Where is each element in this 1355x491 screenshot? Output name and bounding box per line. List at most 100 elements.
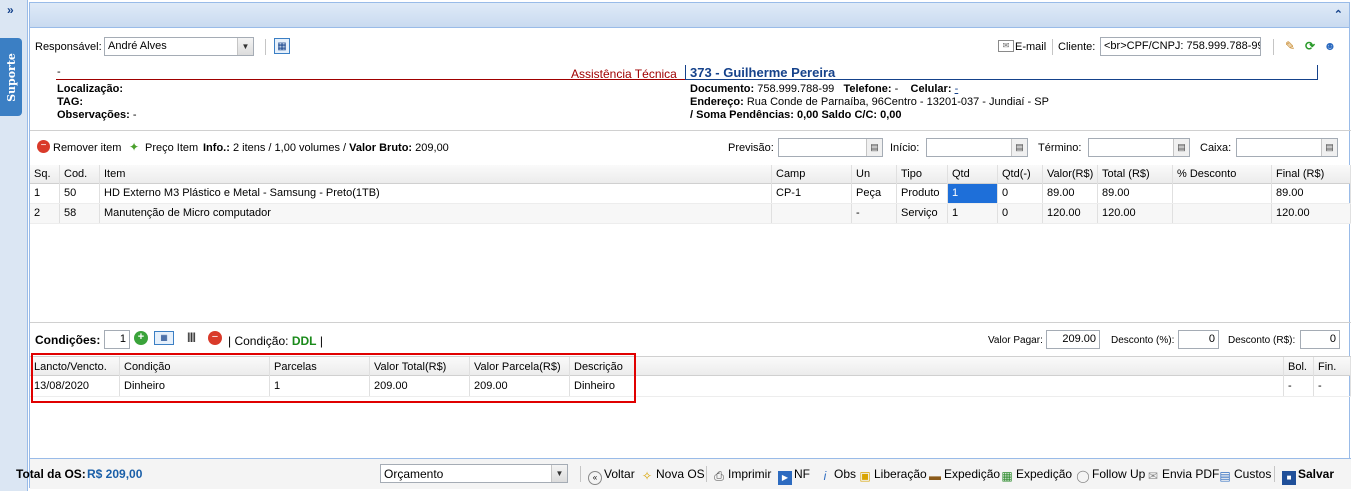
imprimir-button[interactable]: ⎙ Imprimir (712, 467, 771, 483)
voltar-button[interactable]: «Voltar (588, 467, 635, 485)
celular-label: Celular: (910, 83, 952, 95)
envia-pdf-button[interactable]: ✉ Envia PDF (1146, 467, 1219, 483)
condicoes-value: 1 (119, 333, 126, 345)
column-header[interactable]: Valor(R$) (1043, 165, 1098, 184)
calendar-icon[interactable]: ▤ (866, 139, 882, 156)
barcode-icon[interactable]: ||||| (181, 331, 201, 345)
email-icon: ✉ (1147, 469, 1159, 483)
valor-pagar-label: Valor Pagar: (988, 335, 1043, 346)
info-dash: - (57, 66, 61, 78)
os-panel: ⌃ Responsável: André Alves ▼ ▦ ✉ E-mail … (16, 2, 1351, 489)
nf-button[interactable]: ▶ NF (778, 467, 810, 485)
condicao-end: | (319, 334, 323, 348)
liberacao-label: Liberação (874, 467, 927, 481)
inicio-date-field[interactable]: ▤ (926, 138, 1028, 157)
info-label: Info.: (203, 142, 230, 154)
desconto-rs-value: 0 (1329, 333, 1336, 345)
remover-item-button[interactable]: Remover item (53, 142, 121, 154)
inicio-label: Início: (890, 142, 920, 154)
imprimir-label: Imprimir (728, 467, 772, 481)
email-icon[interactable]: ✉ (998, 40, 1014, 52)
condicoes-input[interactable]: 1 (104, 330, 130, 349)
obs-button[interactable]: i Obs (818, 467, 856, 483)
items-grid-header: Sq. Cod. Item Camp Un Tipo Qtd Qtd(-) Va… (30, 165, 1351, 184)
add-icon[interactable]: + (134, 331, 148, 345)
status-select[interactable]: Orçamento ▼ (380, 464, 568, 483)
cell: Serviço (897, 204, 948, 223)
pendencias-text: / Soma Pendências: 0,00 Saldo C/C: 0,00 (690, 109, 902, 121)
expedicao-sheet-label: Expedição (1016, 467, 1073, 481)
info-icon: i (823, 469, 827, 483)
refresh-icon[interactable]: ⟳ (1302, 38, 1318, 54)
nova-os-button[interactable]: ✧ Nova OS (640, 467, 705, 483)
expand-icon[interactable]: » (7, 3, 14, 17)
suporte-tab[interactable]: Suporte (0, 38, 22, 116)
column-header[interactable]: Camp (772, 165, 852, 184)
termino-date-field[interactable]: ▤ (1088, 138, 1190, 157)
remove-icon[interactable]: − (37, 140, 50, 153)
calendar-icon[interactable]: ▤ (1173, 139, 1189, 156)
column-header[interactable]: Qtd(-) (998, 165, 1043, 184)
liberacao-button[interactable]: ▣ Liberação (858, 467, 927, 483)
caixa-date-field[interactable]: ▤ (1236, 138, 1338, 157)
table-icon: ▤ (1219, 469, 1231, 483)
cell: 2 (30, 204, 60, 223)
chevron-down-icon[interactable]: ▼ (551, 465, 567, 482)
responsavel-select[interactable]: André Alves ▼ (104, 37, 254, 56)
cliente-field[interactable]: <br>CPF/CNPJ: 758.999.788-99 (1100, 37, 1261, 56)
cliente-field-value: <br>CPF/CNPJ: 758.999.788-99 (1104, 40, 1261, 52)
lock-icon: ▣ (859, 469, 871, 483)
column-header[interactable]: Total (R$) (1098, 165, 1173, 184)
calendar-icon[interactable]: ▤ (1321, 139, 1337, 156)
cell: - (1314, 376, 1351, 396)
cell: 120.00 (1043, 204, 1098, 223)
table-row[interactable]: 1 50 HD Externo M3 Plástico e Metal - Sa… (30, 184, 1351, 204)
email-link[interactable]: E-mail (1015, 41, 1046, 53)
observacoes-value: - (132, 109, 137, 121)
footer-toolbar: Total da OS: R$ 209,00 Orçamento ▼ «Volt… (16, 458, 1351, 489)
cell: - (852, 204, 897, 223)
column-header[interactable]: Sq. (30, 165, 60, 184)
valor-pagar-input[interactable]: 209.00 (1046, 330, 1100, 349)
column-header[interactable]: Qtd (948, 165, 998, 184)
client-search-icon[interactable]: ☻ (1322, 38, 1338, 54)
edit-client-icon[interactable]: ✎ (1282, 38, 1298, 54)
column-header[interactable]: Final (R$) (1272, 165, 1351, 184)
follow-up-button[interactable]: ◯ Follow Up (1076, 467, 1145, 483)
desconto-pct-input[interactable]: 0 (1178, 330, 1219, 349)
price-tag-icon[interactable]: ✦ (126, 139, 142, 154)
calendar-grid-icon[interactable]: ▦ (154, 331, 174, 345)
previsao-date-field[interactable]: ▤ (778, 138, 883, 157)
column-header[interactable]: % Desconto (1173, 165, 1272, 184)
desconto-rs-input[interactable]: 0 (1300, 330, 1340, 349)
documento-value: 758.999.788-99 (757, 83, 835, 95)
table-row[interactable]: 2 58 Manutenção de Micro computador - Se… (30, 204, 1351, 224)
cell: HD Externo M3 Plástico e Metal - Samsung… (100, 184, 772, 203)
collapse-icon[interactable]: ⌃ (1334, 8, 1343, 21)
qtd-cell-editing[interactable]: 1 (948, 184, 998, 203)
printer-icon: ⎙ (714, 469, 724, 483)
column-header[interactable]: Descrição (570, 357, 1284, 377)
expedicao-button[interactable]: ▬ Expedição (928, 467, 1000, 483)
column-header[interactable]: Fin. (1314, 357, 1351, 377)
salvar-button[interactable]: ■ Salvar (1282, 467, 1334, 485)
endereco-label: Endereço: (690, 96, 744, 108)
remove-icon[interactable]: − (208, 331, 222, 345)
column-header[interactable]: Bol. (1284, 357, 1314, 377)
expedicao-sheet-button[interactable]: ▦ Expedição (1000, 467, 1072, 483)
spreadsheet-icon: ▦ (1001, 469, 1013, 483)
endereco-value: Rua Conde de Parnaíba, 96Centro - 13201-… (746, 96, 1049, 108)
column-header[interactable]: Un (852, 165, 897, 184)
caixa-label: Caixa: (1200, 142, 1232, 154)
celular-value[interactable]: - (955, 83, 959, 95)
preco-item-button[interactable]: Preço Item (145, 142, 198, 154)
calculator-icon[interactable]: ▦ (274, 38, 290, 54)
column-header[interactable]: Item (100, 165, 772, 184)
column-header[interactable]: Tipo (897, 165, 948, 184)
valor-bruto-label: Valor Bruto: (349, 142, 413, 154)
chevron-down-icon[interactable]: ▼ (237, 38, 253, 55)
custos-button[interactable]: ▤ Custos (1218, 467, 1271, 483)
observacoes-label: Observações: (57, 109, 130, 121)
calendar-icon[interactable]: ▤ (1011, 139, 1027, 156)
column-header[interactable]: Cod. (60, 165, 100, 184)
